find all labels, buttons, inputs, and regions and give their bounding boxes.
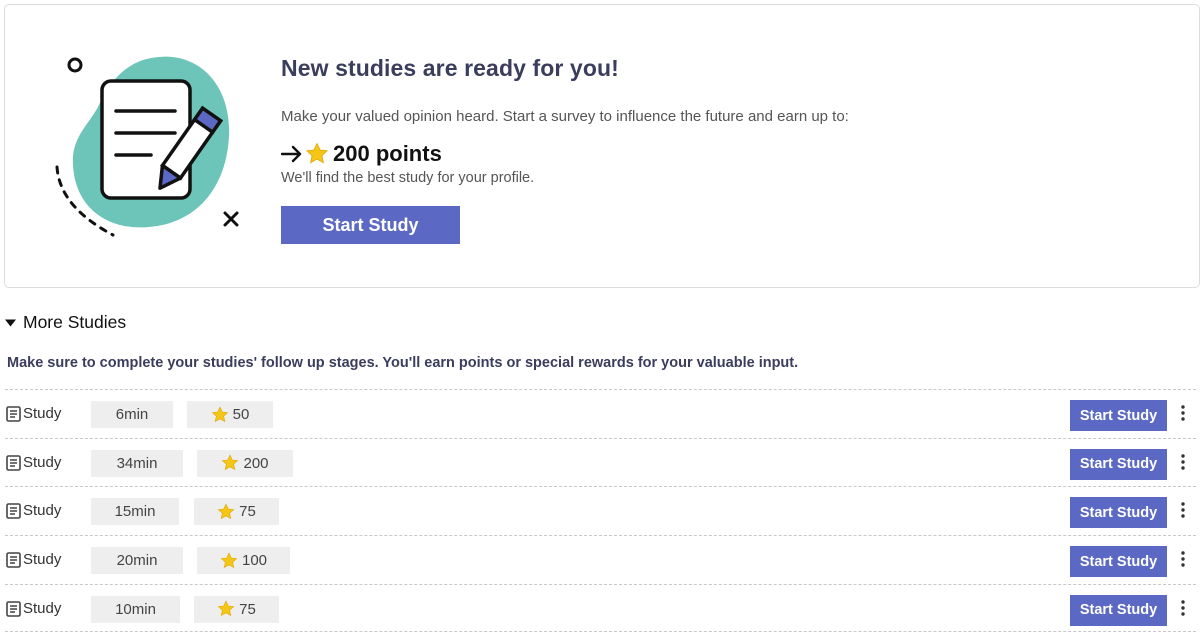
- start-study-button[interactable]: Start Study: [1070, 594, 1167, 626]
- duration-value: 6min: [115, 406, 149, 423]
- star-icon: [220, 551, 238, 570]
- points-amount: 200 points: [333, 141, 442, 166]
- arrow-right-icon: [281, 144, 303, 164]
- points-chip: 50: [187, 401, 273, 428]
- start-study-button[interactable]: Start Study: [1070, 497, 1167, 529]
- points-line: 200 points: [281, 141, 849, 167]
- duration-value: 10min: [115, 600, 156, 618]
- star-icon: [217, 600, 235, 618]
- more-studies-note: Make sure to complete your studies' foll…: [7, 355, 799, 371]
- more-studies-title: More Studies: [23, 312, 127, 332]
- kebab-menu-icon[interactable]: [1177, 405, 1189, 425]
- kebab-menu-icon[interactable]: [1177, 600, 1189, 620]
- study-row: Study 6min 50 Start Study: [5, 389, 1196, 438]
- kebab-menu-icon[interactable]: [1177, 453, 1189, 474]
- points-value: 75: [239, 600, 256, 618]
- duration-chip: 15min: [91, 498, 179, 526]
- document-icon: [6, 503, 21, 520]
- points-chip: 200: [197, 449, 293, 477]
- kebab-menu-icon[interactable]: [1177, 551, 1189, 571]
- study-list: Study 6min 50 Start Study Study 34min 20…: [5, 389, 1196, 633]
- duration-value: 20min: [116, 552, 158, 570]
- study-type: Study: [23, 551, 62, 569]
- document-icon: [6, 600, 21, 617]
- study-type: Study: [23, 502, 62, 520]
- study-type: Study: [23, 453, 62, 471]
- star-icon: [211, 405, 229, 424]
- hero-title: New studies are ready for you!: [281, 55, 619, 81]
- study-row: Study 10min 75 Start Study: [5, 583, 1196, 633]
- star-icon: [221, 454, 239, 472]
- study-type: Study: [23, 599, 62, 617]
- start-study-button[interactable]: Start Study: [1070, 546, 1167, 578]
- duration-value: 15min: [114, 503, 156, 521]
- study-row: Study 15min 75 Start Study: [5, 486, 1196, 535]
- start-study-button[interactable]: Start Study: [281, 206, 460, 244]
- points-chip: 75: [194, 498, 279, 526]
- duration-chip: 10min: [91, 595, 180, 623]
- study-type: Study: [23, 405, 62, 422]
- star-icon: [217, 503, 235, 521]
- hero-text: New studies are ready for you! Make your…: [281, 55, 849, 186]
- start-study-button[interactable]: Start Study: [1070, 400, 1167, 431]
- points-value: 50: [232, 406, 250, 423]
- document-icon: [6, 406, 21, 422]
- hero-description: Make your valued opinion heard. Start a …: [281, 108, 849, 125]
- start-study-button[interactable]: Start Study: [1070, 448, 1167, 480]
- kebab-menu-icon[interactable]: [1177, 502, 1189, 522]
- caret-down-icon: [4, 318, 17, 328]
- hero-card: New studies are ready for you! Make your…: [4, 4, 1200, 288]
- document-icon: [6, 552, 21, 568]
- points-chip: 75: [194, 595, 279, 623]
- star-icon: [305, 142, 329, 166]
- duration-chip: 6min: [91, 401, 173, 428]
- points-value: 100: [241, 552, 268, 570]
- duration-value: 34min: [116, 454, 158, 472]
- study-row: Study 20min 100 Start Study: [5, 535, 1196, 584]
- study-row: Study 34min 200 Start Study: [5, 437, 1196, 487]
- duration-chip: 20min: [91, 547, 183, 575]
- points-chip: 100: [197, 547, 290, 575]
- document-pencil-illustration: [55, 56, 239, 237]
- points-value: 200: [243, 454, 269, 472]
- document-icon: [6, 454, 21, 471]
- hero-subtext: We'll find the best study for your profi…: [281, 170, 535, 186]
- duration-chip: 34min: [91, 449, 183, 477]
- points-value: 75: [239, 503, 256, 521]
- more-studies-toggle[interactable]: More Studies: [4, 312, 126, 333]
